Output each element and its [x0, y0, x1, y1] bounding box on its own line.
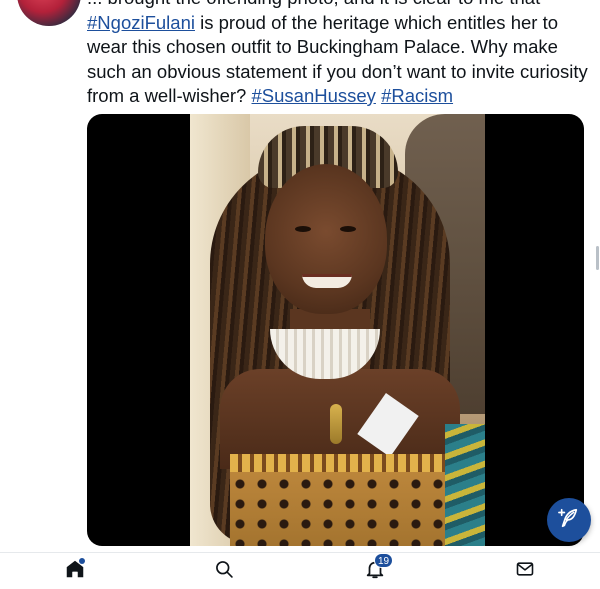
photo-eye-right	[340, 226, 356, 232]
tweet-text-line-5: from a well-wisher? #SusanHussey #Racism	[87, 84, 592, 109]
author-avatar[interactable]	[17, 0, 81, 26]
tweet-text-line-5-start: from a well-wisher?	[87, 85, 252, 106]
envelope-icon	[515, 559, 535, 584]
hashtag-susanhussey[interactable]: #SusanHussey	[252, 85, 376, 106]
photo-pendant	[330, 404, 342, 444]
notifications-count-badge: 19	[374, 553, 394, 568]
photo-adjacent-person	[445, 424, 485, 546]
tweet-text: ... brought the offending photo, and it …	[87, 0, 592, 109]
tweet-text-line-2: #NgoziFulani is proud of the heritage wh…	[87, 11, 592, 36]
tweet-media[interactable]	[87, 114, 584, 546]
tweet-text-line-4: such an obvious statement if you don’t w…	[87, 60, 588, 82]
tab-search[interactable]	[212, 559, 236, 583]
tab-messages[interactable]	[513, 559, 537, 583]
feather-plus-icon	[558, 507, 580, 534]
bottom-tab-bar: 19	[0, 552, 600, 589]
search-icon	[214, 559, 234, 584]
tweet-text-line-1: ... brought the offending photo, and it …	[87, 0, 592, 11]
tweet-text-line-3: wear this chosen outfit to Buckingham Pa…	[87, 36, 558, 57]
tab-notifications[interactable]: 19	[363, 553, 394, 583]
compose-tweet-button[interactable]	[547, 498, 591, 542]
tab-home[interactable]	[63, 558, 87, 583]
photo-face	[265, 164, 387, 314]
tweet-text-line-2-rest: is proud of the heritage which entitles …	[194, 11, 559, 33]
scrollbar-thumb[interactable]	[596, 246, 599, 270]
photo-dress-band	[230, 454, 460, 472]
hashtag-ngozifulani[interactable]: #NgoziFulani	[87, 12, 195, 33]
tweet-photo[interactable]	[190, 114, 485, 546]
photo-eye-left	[295, 226, 311, 232]
photo-smile	[302, 274, 352, 288]
home-unread-dot	[79, 558, 85, 564]
hashtag-racism[interactable]: #Racism	[381, 85, 453, 106]
